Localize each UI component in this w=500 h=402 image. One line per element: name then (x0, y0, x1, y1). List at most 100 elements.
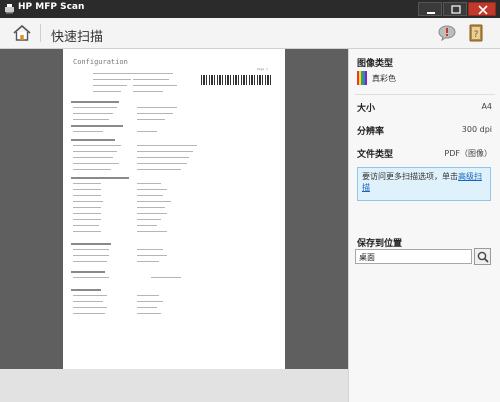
document-text-line (71, 125, 123, 127)
help-book-icon[interactable]: ? (468, 24, 484, 42)
minimize-button[interactable] (418, 2, 442, 16)
close-icon (478, 5, 488, 15)
document-text-line (73, 207, 101, 208)
scan-settings-panel: 图像类型 真彩色 大小 A4 分辨率 300 dpi 文件类型 PDF（图像） … (348, 49, 500, 402)
document-text-line (73, 157, 113, 158)
document-text-line (137, 195, 163, 196)
browse-button[interactable] (474, 248, 491, 265)
save-location-value: 桌面 (359, 253, 375, 262)
document-text-line (73, 189, 101, 190)
document-text-line (73, 301, 103, 302)
document-text-line (73, 255, 109, 256)
document-text-line (73, 295, 107, 296)
document-text-line (71, 139, 115, 141)
toolbar: 快速扫描 ? (0, 18, 500, 49)
document-text-line (133, 79, 169, 80)
document-text-line (137, 219, 161, 220)
document-text-line (71, 289, 101, 291)
document-text-line (93, 85, 127, 86)
document-text-line (137, 313, 161, 314)
document-text-line (73, 277, 109, 278)
document-text-line (133, 85, 177, 86)
save-to-label: 保存到位置 (357, 239, 403, 249)
document-text-line (137, 255, 167, 256)
document-text-line (73, 313, 105, 314)
document-text-line (137, 207, 165, 208)
document-text-line (73, 249, 109, 250)
scanned-page-preview: Configuration Page 1 (63, 49, 285, 369)
document-text-line (73, 107, 117, 108)
document-text-line (73, 113, 113, 114)
svg-text:?: ? (474, 30, 479, 40)
color-spectrum-icon (357, 71, 367, 85)
document-title: Configuration (73, 58, 128, 66)
window-title: HP MFP Scan (18, 2, 85, 12)
document-text-line (137, 307, 157, 308)
document-text-line (71, 177, 129, 179)
toolbar-divider (40, 24, 41, 42)
image-type-label: 图像类型 (357, 59, 394, 69)
document-text-line (151, 277, 181, 278)
document-text-line (71, 101, 119, 103)
resolution-label: 分辨率 (357, 127, 385, 137)
feedback-icon[interactable] (438, 25, 456, 41)
document-text-line (73, 261, 107, 262)
size-label: 大小 (357, 104, 376, 114)
document-text-line (137, 231, 167, 232)
document-text-line (73, 219, 101, 220)
scan-preview-area[interactable]: Configuration Page 1 (0, 49, 348, 369)
image-type-value: 真彩色 (372, 74, 396, 83)
document-text-line (137, 213, 167, 214)
document-text-line (137, 113, 173, 114)
document-text-line (133, 91, 163, 92)
document-text-line (137, 249, 163, 250)
document-text-line (73, 131, 103, 132)
document-text-line (137, 225, 157, 226)
document-text-line (137, 145, 197, 146)
divider (355, 94, 495, 95)
hp-mfp-scan-window: HP MFP Scan 快速扫描 ? Configuration Page 1 … (0, 0, 500, 402)
save-location-field[interactable]: 桌面 (355, 249, 472, 264)
document-text-line (93, 73, 133, 74)
document-text-line (137, 131, 157, 132)
search-icon (477, 251, 489, 263)
quick-scan-title: 快速扫描 (51, 30, 104, 45)
document-text-line (137, 157, 189, 158)
document-text-line (71, 243, 111, 245)
advanced-scan-info-box: 要访问更多扫描选项，单击高级扫描 (357, 167, 491, 201)
document-text-line (137, 151, 193, 152)
document-text-line (137, 107, 177, 108)
document-text-line (137, 183, 161, 184)
file-type-value[interactable]: PDF（图像） (444, 148, 492, 159)
document-text-line (137, 163, 187, 164)
close-button[interactable] (468, 2, 496, 16)
document-text-line (73, 183, 101, 184)
document-text-line (133, 73, 173, 74)
document-text-line (137, 201, 171, 202)
home-icon[interactable] (12, 24, 32, 42)
document-text-line (73, 151, 117, 152)
info-text: 要访问更多扫描选项，单击 (362, 172, 458, 181)
document-text-line (73, 307, 107, 308)
document-text-line (73, 201, 103, 202)
minimize-icon (427, 12, 435, 14)
file-type-label: 文件类型 (357, 150, 394, 160)
document-text-line (137, 189, 167, 190)
document-text-line (137, 119, 165, 120)
document-text-line (73, 169, 111, 170)
document-text-line (73, 225, 99, 226)
document-text-line (73, 163, 119, 164)
resolution-value[interactable]: 300 dpi (462, 125, 492, 134)
maximize-button[interactable] (443, 2, 467, 16)
document-text-line (73, 213, 101, 214)
document-page-number: Page 1 (257, 67, 268, 71)
document-text-line (71, 271, 105, 273)
title-bar: HP MFP Scan (0, 0, 500, 18)
document-text-line (93, 91, 121, 92)
document-text-line (137, 169, 181, 170)
document-text-line (137, 295, 159, 296)
size-value[interactable]: A4 (481, 102, 492, 111)
document-text-line (73, 119, 109, 120)
document-text-line (73, 195, 101, 196)
app-icon (5, 4, 14, 14)
